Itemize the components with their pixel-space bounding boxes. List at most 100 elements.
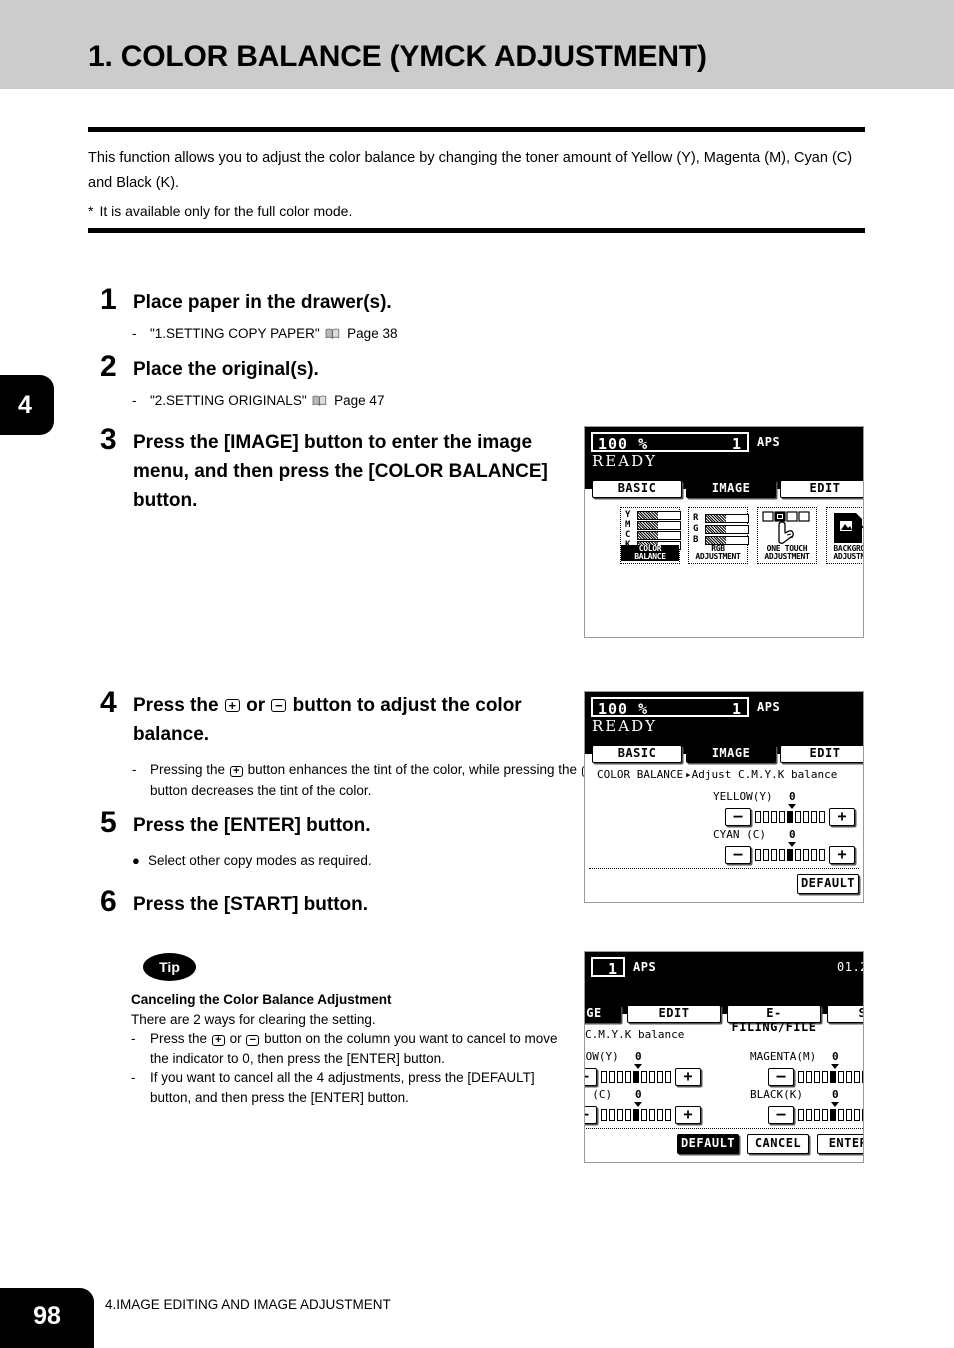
plus-button-glyph: +: [229, 766, 243, 777]
lcd1-zoom-ratio: 100 %: [598, 435, 649, 453]
lcd1-channel-r-bar: [705, 514, 749, 523]
step-5-note: ● Select other copy modes as required.: [132, 850, 588, 871]
tip-item-1-dash: -: [131, 1031, 136, 1046]
lcd2-slider-yellow-minus-button[interactable]: —: [725, 808, 751, 826]
lcd3-aps-label: APS: [633, 960, 657, 974]
lcd3-slider-magenta-name: MAGENTA(M): [750, 1050, 817, 1063]
lcd3-slider-magenta-minus-button[interactable]: —: [768, 1068, 794, 1086]
lcd-screenshot-cmyk-full: 1 APS 01.28.20 GE EDIT E-FILING/FILE SET…: [584, 951, 864, 1163]
lcd2-slider-cyan-name: CYAN (C): [713, 828, 766, 841]
intro-paragraph: This function allows you to adjust the c…: [88, 150, 853, 191]
lcd3-mode-hint: C.M.Y.K balance: [585, 1028, 685, 1041]
step-2-dash: -: [132, 393, 137, 408]
step-4-note: - Pressing the + button enhances the tin…: [132, 759, 600, 801]
tip-item-2-text: If you want to cancel all the 4 adjustme…: [150, 1070, 535, 1105]
step-6-title: Press the [START] button.: [133, 894, 369, 915]
lcd3-slider-cyan-minus-button[interactable]: —: [585, 1106, 597, 1124]
lcd1-tile-color-balance[interactable]: Y M C K COLOR BALANCE: [620, 507, 681, 564]
lcd1-zoom-ratio-box: 100 % 1: [591, 432, 749, 453]
step-2-title: Place the original(s).: [133, 359, 319, 380]
intro-note: * It is available only for the full color…: [88, 202, 868, 220]
lcd3-slider-cyan-plus-button[interactable]: +: [675, 1106, 701, 1124]
lcd2-tab-edit[interactable]: EDIT: [780, 745, 863, 763]
lcd3-slider-black: BLACK(K) 0 — +: [750, 1088, 863, 1124]
step-1-reference: - "1.SETTING COPY PAPER" Page 38: [132, 323, 570, 344]
step-1-number: 1: [100, 283, 117, 316]
lcd1-tile-background-adjustment[interactable]: BACKGROUND ADJUSTMENT: [826, 507, 863, 564]
lcd3-slider-cyan: N (C) 0 — +: [585, 1088, 729, 1124]
bullet-icon: ●: [132, 853, 140, 868]
lcd2-slider-cyan-marker: [788, 842, 796, 847]
lcd3-slider-yellow: LOW(Y) 0 — +: [585, 1050, 729, 1086]
chapter-tab-number: 4: [18, 391, 32, 419]
lcd2-slider-yellow-plus-button[interactable]: +: [829, 808, 855, 826]
step-2-number: 2: [100, 350, 117, 383]
lcd-screenshot-image-menu: 100 % 1 APS READY BASIC IMAGE EDIT Y M C…: [584, 426, 864, 638]
tip-item-2-dash: -: [131, 1070, 136, 1085]
lcd2-slider-cyan: CYAN (C) 0 — +: [713, 828, 863, 864]
lcd2-slider-yellow-value: 0: [789, 790, 796, 803]
step-4-title: Press the + or − button to adjust the co…: [133, 691, 593, 749]
lcd2-tab-image[interactable]: IMAGE: [686, 745, 776, 763]
lcd1-tab-basic[interactable]: BASIC: [592, 480, 682, 498]
lcd2-zoom-ratio-box: 100 % 1: [591, 697, 749, 718]
lcd1-tab-image[interactable]: IMAGE: [686, 480, 776, 498]
step-4-number: 4: [100, 686, 117, 719]
minus-button-glyph: −: [271, 699, 287, 712]
tip-body: Canceling the Color Balance Adjustment T…: [131, 990, 576, 1107]
lcd3-slider-cyan-name: N (C): [585, 1088, 613, 1101]
lcd3-tab-settings[interactable]: SETT: [827, 1005, 863, 1023]
step-4-note-part-a: Pressing the: [150, 762, 226, 777]
step-6-number: 6: [100, 885, 117, 918]
lcd3-slider-cyan-value: 0: [635, 1088, 642, 1101]
lcd3-slider-black-minus-button[interactable]: —: [768, 1106, 794, 1124]
step-5-number: 5: [100, 806, 117, 839]
plus-button-glyph: +: [211, 1035, 225, 1046]
lcd3-tab-edit[interactable]: EDIT: [627, 1005, 721, 1023]
lcd3-slider-yellow-plus-button[interactable]: +: [675, 1068, 701, 1086]
lcd3-date-label: 01.28.20: [837, 960, 863, 974]
lcd1-status-text: READY: [592, 452, 658, 470]
step-3-title: Press the [IMAGE] button to enter the im…: [133, 432, 548, 511]
lcd2-slider-cyan-plus-button[interactable]: +: [829, 846, 855, 864]
lcd2-slider-cyan-minus-button[interactable]: —: [725, 846, 751, 864]
lcd3-copy-count: 1: [607, 960, 617, 978]
lcd2-default-button[interactable]: DEFAULT: [797, 874, 859, 894]
lcd3-slider-magenta-marker: [831, 1064, 839, 1069]
intro-rule-bottom: [88, 228, 865, 233]
lcd1-tile-one-touch-adjustment[interactable]: ONE TOUCH ADJUSTMENT: [757, 507, 817, 564]
intro-note-star: *: [88, 203, 94, 219]
lcd3-slider-yellow-minus-button[interactable]: —: [585, 1068, 597, 1086]
step-2-reference: - "2.SETTING ORIGINALS" Page 47: [132, 390, 570, 411]
lcd3-enter-button[interactable]: ENTER: [817, 1134, 863, 1154]
lcd2-tab-basic[interactable]: BASIC: [592, 745, 682, 763]
lcd3-tab-image[interactable]: GE: [585, 1005, 621, 1023]
lcd1-aps-label: APS: [757, 435, 781, 449]
step-4-title-part-a: Press the: [133, 695, 219, 716]
tip-item-1-part-a: Press the: [150, 1031, 208, 1046]
tip-badge-label: Tip: [159, 959, 180, 975]
lcd3-slider-magenta: MAGENTA(M) 0 — +: [750, 1050, 863, 1086]
lcd3-copy-count-box: 1: [591, 957, 625, 978]
tip-heading: Canceling the Color Balance Adjustment: [131, 992, 392, 1007]
step-5-note-text: Select other copy modes as required.: [148, 853, 372, 868]
lcd1-channel-y-bar: [637, 511, 681, 520]
lcd1-channel-g-bar: [705, 525, 749, 534]
lcd3-slider-yellow-marker: [634, 1064, 642, 1069]
lcd2-mode-hint: ▸Adjust C.M.Y.K balance: [685, 768, 838, 781]
step-4-dash: -: [132, 762, 137, 777]
step-1-dash: -: [132, 326, 137, 341]
lcd2-status-text: READY: [592, 717, 658, 735]
lcd2-slider-yellow-name: YELLOW(Y): [713, 790, 773, 803]
lcd3-cancel-button[interactable]: CANCEL: [747, 1134, 809, 1154]
lcd3-default-button[interactable]: DEFAULT: [677, 1134, 739, 1154]
lcd3-content: 1 APS 01.28.20 GE EDIT E-FILING/FILE SET…: [585, 952, 863, 1162]
lcd2-slider-cyan-value: 0: [789, 828, 796, 841]
lcd3-slider-black-value: 0: [832, 1088, 839, 1101]
lcd-screenshot-color-balance: 100 % 1 APS READY BASIC IMAGE EDIT COLOR…: [584, 691, 864, 903]
lcd3-tab-e-filing-file[interactable]: E-FILING/FILE: [727, 1005, 821, 1034]
intro-rule-top: [88, 127, 865, 132]
tip-list-item-1: - Press the + or − button on the column …: [131, 1029, 576, 1068]
lcd1-tab-edit[interactable]: EDIT: [780, 480, 863, 498]
lcd1-tile-rgb-adjustment[interactable]: R G B RGB ADJUSTMENT: [688, 507, 749, 564]
